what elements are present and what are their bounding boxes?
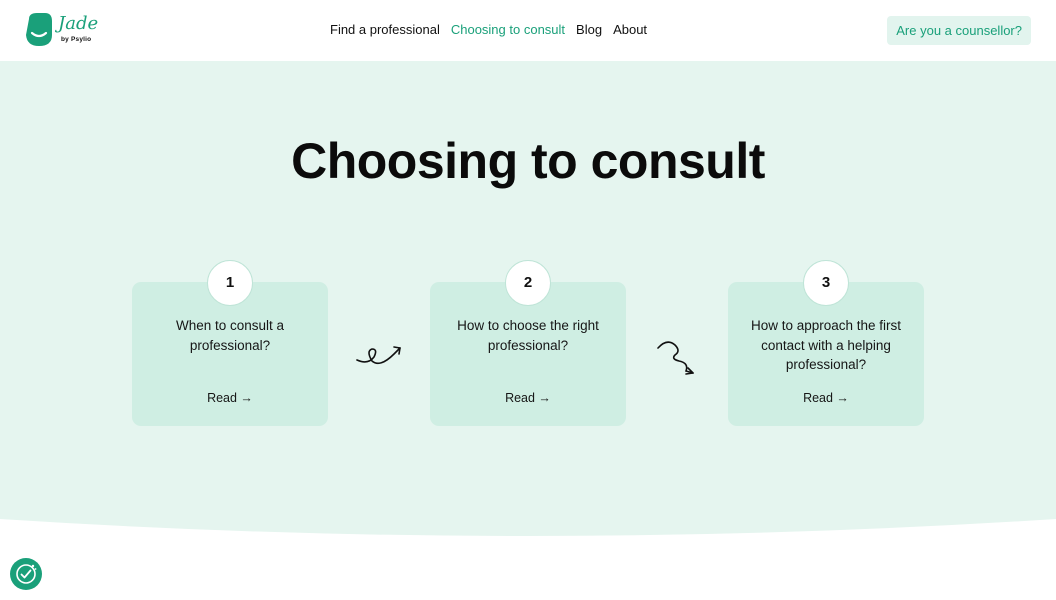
nav-blog[interactable]: Blog [576,22,602,37]
step-card-3[interactable]: 3 How to approach the first contact with… [728,260,924,426]
hero-bottom-curve [0,519,1056,539]
nav-choosing-to-consult[interactable]: Choosing to consult [451,22,565,37]
read-link[interactable]: Read → [430,391,626,405]
nav-find-professional[interactable]: Find a professional [330,22,440,37]
read-link[interactable]: Read → [132,391,328,405]
step-title: When to consult a professional? [175,318,285,353]
step-card-2[interactable]: 2 How to choose the right professional? … [430,260,626,426]
nav-about[interactable]: About [613,22,647,37]
jade-logo[interactable]: Jade by Psylio [25,13,105,49]
step-title: How to choose the right professional? [457,318,599,353]
step-card-1[interactable]: 1 When to consult a professional? Read → [132,260,328,426]
loop-arrow-icon [356,346,401,365]
cookie-consent-button[interactable] [10,558,42,590]
cookie-consent-icon [16,564,37,584]
step-number: 3 [803,260,849,306]
logo-wordmark: Jade [58,13,99,34]
read-link[interactable]: Read → [728,391,924,405]
step-title: How to approach the first contact with a… [750,318,902,372]
wave-arrow-icon [657,341,694,375]
logo-byline: by Psylio [61,36,92,43]
site-header: Jade by Psylio Find a professional Choos… [0,0,1056,61]
step-number: 2 [505,260,551,306]
main-nav: Find a professional Choosing to consult … [330,22,658,37]
page-title: Choosing to consult [291,133,765,189]
counsellor-button[interactable]: Are you a counsellor? [887,16,1031,45]
step-number: 1 [207,260,253,306]
jade-face-icon [26,13,52,46]
